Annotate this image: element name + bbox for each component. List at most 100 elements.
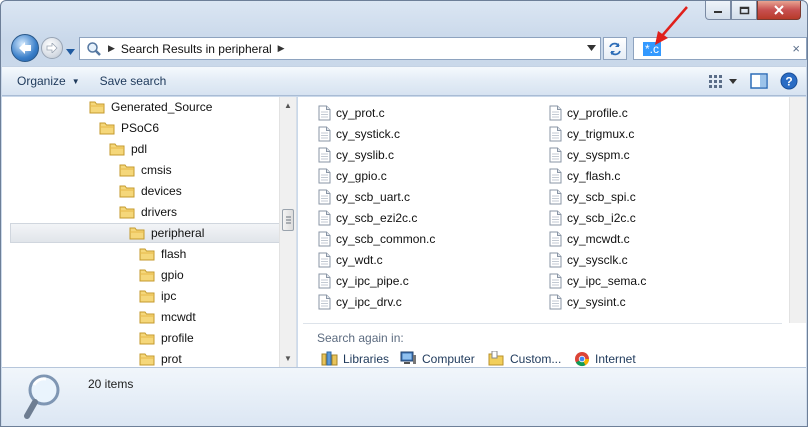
- tree-item[interactable]: devices: [119, 181, 182, 201]
- search-location-libraries[interactable]: Libraries: [321, 351, 389, 366]
- navigation-scrollbar[interactable]: ▲ ▼: [279, 97, 296, 367]
- file-name: cy_scb_i2c.c: [567, 211, 636, 225]
- search-again-label: Search again in:: [317, 331, 404, 345]
- window-controls: [705, 1, 801, 20]
- file-name: cy_systick.c: [336, 127, 401, 141]
- tree-item-label: profile: [161, 331, 194, 345]
- search-location-label: Internet: [595, 352, 636, 366]
- file-item[interactable]: cy_scb_ezi2c.c: [318, 208, 417, 228]
- file-item[interactable]: cy_gpio.c: [318, 166, 387, 186]
- tree-item[interactable]: flash: [139, 244, 186, 264]
- tree-item[interactable]: drivers: [119, 202, 177, 222]
- navigation-pane: Generated_Source PSoC6 pdl cmsis devices driv…: [2, 97, 297, 367]
- back-button[interactable]: [11, 34, 39, 62]
- search-location-label: Custom...: [510, 351, 562, 366]
- forward-arrow-icon: [46, 43, 58, 53]
- address-dropdown-icon[interactable]: [587, 45, 596, 51]
- help-icon[interactable]: ?: [780, 72, 798, 90]
- tree-item[interactable]: pdl: [109, 139, 147, 159]
- file-item[interactable]: cy_scb_spi.c: [549, 187, 636, 207]
- file-list: cy_prot.c cy_systick.c cy_syslib.c cy_gpio.…: [298, 97, 806, 367]
- file-item[interactable]: cy_sysclk.c: [549, 250, 628, 270]
- recent-pages-dropdown[interactable]: [66, 44, 75, 58]
- explorer-window: ▶ Search Results in peripheral ▶ *.c × O…: [0, 0, 808, 427]
- tree-item-label: Generated_Source: [111, 100, 213, 114]
- tree-item-selected[interactable]: peripheral: [10, 223, 280, 243]
- search-location-custom[interactable]: Custom...: [488, 351, 561, 366]
- scrollbar-thumb[interactable]: [282, 209, 294, 231]
- file-item[interactable]: cy_sysint.c: [549, 292, 626, 312]
- tree-item[interactable]: ipc: [139, 286, 176, 306]
- file-item[interactable]: cy_mcwdt.c: [549, 229, 630, 249]
- refresh-button[interactable]: [603, 37, 627, 60]
- content-scrollbar[interactable]: [789, 97, 806, 323]
- breadcrumb-separator-icon[interactable]: ▶: [108, 43, 115, 54]
- save-search-button[interactable]: Save search: [100, 74, 167, 88]
- file-item[interactable]: cy_scb_uart.c: [318, 187, 410, 207]
- tree-item[interactable]: Generated_Source: [89, 97, 212, 117]
- c-file-icon: [549, 189, 562, 205]
- tree-item[interactable]: profile: [139, 328, 194, 348]
- clear-search-icon[interactable]: ×: [792, 41, 800, 56]
- tree-item[interactable]: PSoC6: [99, 118, 159, 138]
- close-button[interactable]: [757, 1, 801, 20]
- breadcrumb-separator-icon[interactable]: ▶: [278, 43, 285, 54]
- tree-item[interactable]: prot: [139, 349, 182, 367]
- tree-item[interactable]: gpio: [139, 265, 184, 285]
- minimize-button[interactable]: [705, 1, 731, 20]
- tree-item-label: flash: [161, 247, 187, 261]
- file-item[interactable]: cy_syspm.c: [549, 145, 630, 165]
- tree-item-label: ipc: [161, 289, 177, 303]
- address-path[interactable]: Search Results in peripheral: [121, 42, 272, 56]
- address-bar[interactable]: ▶ Search Results in peripheral ▶: [79, 37, 601, 60]
- custom-folder-icon: [488, 351, 504, 366]
- file-name: cy_sysclk.c: [567, 253, 628, 267]
- preview-pane-icon[interactable]: [750, 73, 768, 89]
- folder-icon: [139, 290, 155, 303]
- file-item[interactable]: cy_trigmux.c: [549, 124, 634, 144]
- c-file-icon: [549, 126, 562, 142]
- folder-icon: [119, 185, 135, 198]
- file-name: cy_ipc_pipe.c: [336, 274, 409, 288]
- view-options-icon[interactable]: [708, 73, 738, 89]
- scroll-down-icon[interactable]: ▼: [284, 354, 292, 363]
- file-name: cy_flash.c: [567, 169, 621, 183]
- organize-button[interactable]: Organize ▼: [17, 74, 80, 88]
- file-name: cy_gpio.c: [336, 169, 387, 183]
- tree-item[interactable]: cmsis: [119, 160, 172, 180]
- search-location-label: Computer: [422, 351, 475, 366]
- search-location-internet[interactable]: Internet: [574, 351, 636, 367]
- file-item[interactable]: cy_ipc_sema.c: [549, 271, 646, 291]
- file-item[interactable]: cy_flash.c: [549, 166, 620, 186]
- c-file-icon: [549, 231, 562, 247]
- svg-text:?: ?: [785, 75, 792, 89]
- search-location-computer[interactable]: Computer: [400, 351, 475, 366]
- file-name: cy_syspm.c: [567, 148, 630, 162]
- item-count: 20 items: [88, 377, 134, 391]
- tree-item-label: prot: [161, 352, 182, 366]
- tree-item-label: devices: [141, 184, 182, 198]
- file-item[interactable]: cy_ipc_pipe.c: [318, 271, 409, 291]
- file-item[interactable]: cy_scb_common.c: [318, 229, 435, 249]
- c-file-icon: [549, 210, 562, 226]
- c-file-icon: [549, 105, 562, 121]
- maximize-button[interactable]: [731, 1, 757, 20]
- file-item[interactable]: cy_systick.c: [318, 124, 400, 144]
- file-item[interactable]: cy_wdt.c: [318, 250, 383, 270]
- minimize-icon: [714, 11, 722, 13]
- scroll-up-icon[interactable]: ▲: [284, 101, 292, 110]
- close-icon: [774, 5, 784, 15]
- file-item[interactable]: cy_prot.c: [318, 103, 385, 123]
- c-file-icon: [318, 294, 331, 310]
- file-item[interactable]: cy_profile.c: [549, 103, 628, 123]
- c-file-icon: [318, 168, 331, 184]
- tree-item[interactable]: mcwdt: [139, 307, 196, 327]
- file-name: cy_prot.c: [336, 106, 385, 120]
- tree-item-label: cmsis: [141, 163, 172, 177]
- file-item[interactable]: cy_ipc_drv.c: [318, 292, 402, 312]
- file-item[interactable]: cy_syslib.c: [318, 145, 394, 165]
- forward-button[interactable]: [41, 37, 63, 59]
- maximize-icon: [739, 6, 749, 14]
- file-name: cy_scb_common.c: [336, 232, 436, 246]
- file-item[interactable]: cy_scb_i2c.c: [549, 208, 636, 228]
